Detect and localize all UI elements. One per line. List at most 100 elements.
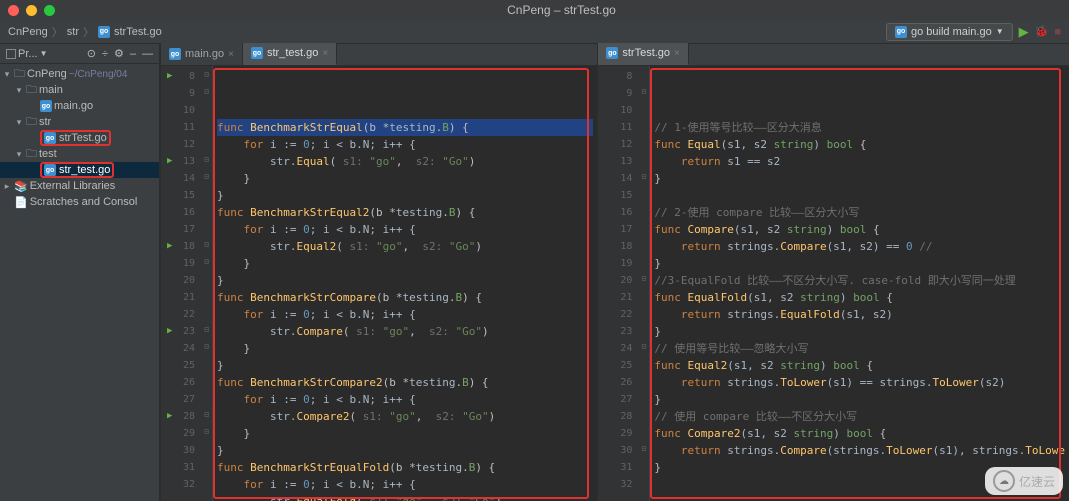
run-gutter-icon[interactable]: ▶ [167,323,172,340]
line-number[interactable]: 14 [598,170,632,187]
fold-marker[interactable]: ⊟ [201,338,212,355]
close-tab-icon[interactable]: × [228,49,234,60]
line-gutter[interactable]: 8910111213141516171819202122232425262728… [598,66,638,501]
code-content[interactable]: // 1-使用等号比较——区分大消息func Equal(s1, s2 stri… [650,66,1069,501]
code-line[interactable]: func BenchmarkStrEqual2(b *testing.B) { [217,204,593,221]
code-line[interactable]: func Compare(s1, s2 string) bool { [654,221,1065,238]
tree-twisty-icon[interactable]: ▸ [2,181,12,192]
fold-marker[interactable]: ⊟ [638,440,649,457]
run-gutter-icon[interactable]: ▶ [167,238,172,255]
line-number[interactable]: 10 [161,102,195,119]
tree-item-main-go[interactable]: go main.go [0,98,159,114]
code-line[interactable]: return strings.ToLower(s1) == strings.To… [654,374,1065,391]
line-number[interactable]: 27 [598,391,632,408]
line-number[interactable]: 28 [598,408,632,425]
fold-marker[interactable] [638,304,649,321]
fold-marker[interactable]: ⊟ [201,321,212,338]
line-number[interactable]: 10 [598,102,632,119]
fold-marker[interactable] [201,372,212,389]
line-number[interactable]: 26 [598,374,632,391]
close-window-icon[interactable] [8,5,19,16]
breadcrumb-folder[interactable]: str [67,26,79,38]
code-line[interactable]: func Compare2(s1, s2 string) bool { [654,425,1065,442]
tree-twisty-icon[interactable]: ▾ [14,117,24,128]
fold-marker[interactable]: ⊟ [201,83,212,100]
debug-button-icon[interactable]: 🐞 [1035,25,1049,38]
code-line[interactable]: //3-EqualFold 比较——不区分大小写. case-fold 即大小写… [654,272,1065,289]
line-number[interactable]: 32 [598,476,632,493]
code-line[interactable]: return strings.Compare(s1, s2) == 0 // [654,238,1065,255]
code-line[interactable]: for i := 0; i < b.N; i++ { [217,136,593,153]
line-number[interactable]: 15 [161,187,195,204]
tree-item-Scratches-and-Consol[interactable]: 📄 Scratches and Consol [0,194,159,210]
code-line[interactable]: // 1-使用等号比较——区分大消息 [654,119,1065,136]
code-line[interactable]: func BenchmarkStrEqual(b *testing.B) { [217,119,593,136]
fold-marker[interactable]: ⊟ [201,236,212,253]
line-number[interactable]: 28▶ [161,408,195,425]
line-number[interactable]: 23▶ [161,323,195,340]
collapse-icon[interactable]: ‒ [130,48,136,60]
fold-marker[interactable] [638,151,649,168]
line-number[interactable]: 20 [161,272,195,289]
line-number[interactable]: 9 [161,85,195,102]
code-line[interactable]: } [217,255,593,272]
fold-marker[interactable] [638,474,649,491]
fold-marker[interactable] [638,236,649,253]
tree-twisty-icon[interactable]: ▾ [2,69,12,80]
line-number[interactable]: 9 [598,85,632,102]
fold-marker[interactable] [638,321,649,338]
line-number[interactable]: 27 [161,391,195,408]
line-number[interactable]: 8▶ [161,68,195,85]
code-line[interactable]: str.EqualFold( s1: "go", s2: "Go") [217,493,593,501]
line-number[interactable]: 22 [598,306,632,323]
line-number[interactable]: 25 [598,357,632,374]
code-line[interactable]: } [217,425,593,442]
breadcrumb-file[interactable]: strTest.go [114,26,162,38]
fold-marker[interactable] [201,287,212,304]
stop-button-icon[interactable]: ■ [1054,26,1061,38]
code-line[interactable]: return strings.EqualFold(s1, s2) [654,306,1065,323]
line-number[interactable]: 20 [598,272,632,289]
line-number[interactable]: 31 [161,459,195,476]
line-number[interactable]: 16 [598,204,632,221]
editor-right[interactable]: 8910111213141516171819202122232425262728… [598,66,1069,501]
tree-item-str[interactable]: ▾🗀 str [0,114,159,130]
line-number[interactable]: 15 [598,187,632,204]
fold-marker[interactable] [638,66,649,83]
fold-marker[interactable]: ⊟ [638,338,649,355]
code-line[interactable]: func Equal(s1, s2 string) bool { [654,136,1065,153]
line-number[interactable]: 32 [161,476,195,493]
fold-marker[interactable] [638,355,649,372]
project-tree[interactable]: ▾🗀 CnPeng ~/CnPeng/04▾🗀 maingo main.go▾🗀… [0,64,159,210]
code-line[interactable]: // 2-使用 compare 比较——区分大小写 [654,204,1065,221]
fold-marker[interactable] [201,270,212,287]
fold-marker[interactable] [638,372,649,389]
fold-marker[interactable] [201,100,212,117]
code-line[interactable] [654,187,1065,204]
code-line[interactable]: } [654,255,1065,272]
code-line[interactable]: for i := 0; i < b.N; i++ { [217,476,593,493]
run-gutter-icon[interactable]: ▶ [167,68,172,85]
code-line[interactable]: str.Equal2( s1: "go", s2: "Go") [217,238,593,255]
tree-item-External-Libraries[interactable]: ▸📚 External Libraries [0,178,159,194]
breadcrumb-root[interactable]: CnPeng [8,26,48,38]
line-number[interactable]: 24 [161,340,195,357]
code-line[interactable]: str.Equal( s1: "go", s2: "Go") [217,153,593,170]
fold-marker[interactable]: ⊟ [638,168,649,185]
fold-marker[interactable] [638,117,649,134]
fold-marker[interactable]: ⊟ [201,253,212,270]
line-number[interactable]: 21 [161,289,195,306]
fold-marker[interactable] [201,202,212,219]
fold-marker[interactable] [638,134,649,151]
project-dropdown[interactable]: Pr... ▼ [6,48,47,60]
fold-marker[interactable] [201,355,212,372]
line-number[interactable]: 17 [161,221,195,238]
code-line[interactable]: for i := 0; i < b.N; i++ { [217,306,593,323]
fold-marker[interactable] [638,457,649,474]
fold-marker[interactable] [201,219,212,236]
fold-marker[interactable] [638,219,649,236]
line-number[interactable]: 16 [161,204,195,221]
line-number[interactable]: 8 [598,68,632,85]
fold-marker[interactable]: ⊟ [201,423,212,440]
code-line[interactable]: for i := 0; i < b.N; i++ { [217,221,593,238]
